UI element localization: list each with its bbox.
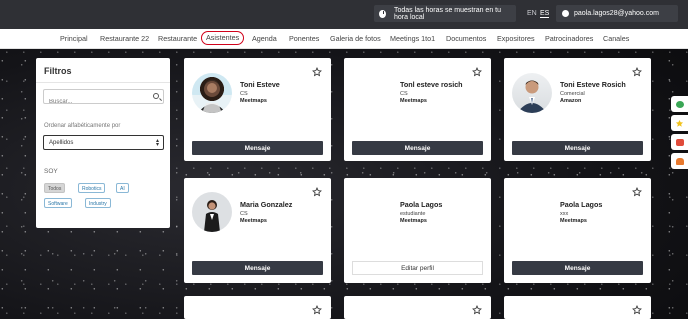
attendee-company: Amazon — [560, 98, 582, 104]
star-icon[interactable] — [632, 305, 642, 315]
nav-principal[interactable]: Principal — [60, 34, 88, 43]
avatar — [512, 73, 552, 113]
filters-panel: Filtros Ordenar alfabéticamente por Apel… — [36, 58, 170, 228]
avatar — [192, 192, 232, 232]
user-menu[interactable]: paola.lagos28@yahoo.com — [556, 5, 678, 22]
woman-avatar-icon — [204, 200, 220, 232]
nav-restaurante[interactable]: Restaurante — [158, 34, 197, 43]
filters-divider — [36, 82, 170, 83]
attendee-name: Paola Lagos — [560, 200, 603, 209]
chip-software[interactable]: Software — [44, 198, 72, 208]
attendee-card: Maria Gonzalez CS Meetmaps Mensaje — [184, 178, 331, 283]
bell-icon — [675, 157, 684, 165]
attendee-card: Paola Lagos xxx Meetmaps Mensaje — [504, 178, 651, 283]
star-icon[interactable] — [632, 67, 642, 77]
nav-galeria[interactable]: Galeria de fotos — [330, 34, 381, 43]
star-icon[interactable] — [472, 305, 482, 315]
avatar — [192, 73, 232, 113]
lang-en-link[interactable]: EN — [527, 10, 537, 17]
chip-robotics[interactable]: Robotics — [78, 183, 106, 193]
search-input[interactable] — [44, 96, 149, 108]
sort-select[interactable]: Apellidos ▴ ▾ — [43, 135, 164, 150]
attendee-card — [184, 296, 331, 319]
chip-todos[interactable]: Todos — [44, 183, 66, 193]
message-button[interactable]: Mensaje — [352, 141, 483, 155]
attendee-role: xxx — [560, 211, 569, 217]
chat-icon — [675, 100, 684, 108]
edit-profile-button[interactable]: Editar perfil — [352, 261, 483, 275]
nav-agenda[interactable]: Agenda — [252, 34, 277, 43]
sos-widget[interactable] — [671, 134, 688, 150]
attendee-role: estudiante — [400, 211, 426, 217]
message-button[interactable]: Mensaje — [512, 261, 643, 275]
attendee-card — [344, 296, 491, 319]
sort-label: Ordenar alfabéticamente por — [44, 123, 121, 129]
star-icon[interactable] — [472, 67, 482, 77]
attendee-card: Toni Esteve CS Meetmaps Mensaje — [184, 58, 331, 161]
attendee-name: Toni Esteve — [240, 80, 280, 89]
star-icon[interactable] — [312, 187, 322, 197]
chat-widget[interactable] — [671, 96, 688, 112]
sos-icon — [675, 138, 684, 146]
attendee-company: Meetmaps — [240, 98, 267, 104]
notifications-widget[interactable] — [671, 153, 688, 169]
message-button[interactable]: Mensaje — [192, 261, 323, 275]
user-email: paola.lagos28@yahoo.com — [574, 10, 659, 17]
message-button[interactable]: Mensaje — [192, 141, 323, 155]
attendee-card — [504, 296, 651, 319]
nav-canales[interactable]: Canales — [603, 34, 629, 43]
nav-asistentes[interactable]: Asistentes — [201, 31, 245, 45]
attendee-name: Maria Gonzalez — [240, 200, 293, 209]
lang-es-link[interactable]: ES — [540, 10, 550, 18]
attendee-card: Paola Lagos estudiante Meetmaps Editar p… — [344, 178, 491, 283]
attendee-name: Toni Esteve Rosich — [560, 80, 626, 89]
man-avatar-icon — [517, 80, 547, 113]
nav-restaurante-22[interactable]: Restaurante 22 — [100, 34, 149, 43]
attendee-card: Tonl esteve rosich CS Meetmaps Mensaje — [344, 58, 491, 161]
soy-label: SOY — [44, 168, 58, 175]
top-bar: Todas las horas se muestran en tu hora l… — [0, 0, 688, 29]
attendee-name: Tonl esteve rosich — [400, 80, 463, 89]
message-button[interactable]: Mensaje — [512, 141, 643, 155]
search-icon[interactable] — [153, 93, 159, 99]
attendee-company: Meetmaps — [400, 98, 427, 104]
nav-documentos[interactable]: Documentos — [446, 34, 486, 43]
woman-avatar-icon — [198, 81, 226, 113]
attendee-name: Paola Lagos — [400, 200, 443, 209]
search-field — [43, 89, 164, 108]
attendee-role: CS — [240, 91, 248, 97]
nav-patrocinadores[interactable]: Patrocinadores — [545, 34, 593, 43]
attendee-role: Comercial — [560, 91, 585, 97]
star-icon[interactable] — [632, 187, 642, 197]
star-icon[interactable] — [312, 305, 322, 315]
attendee-role: CS — [400, 91, 408, 97]
attendee-company: Meetmaps — [240, 218, 267, 224]
timezone-notice: Todas las horas se muestran en tu hora l… — [374, 5, 516, 22]
timezone-text: Todas las horas se muestran en tu hora l… — [394, 6, 502, 21]
nav-expositores[interactable]: Expositores — [497, 34, 535, 43]
user-icon — [562, 10, 569, 17]
star-icon — [675, 119, 684, 127]
star-icon[interactable] — [312, 67, 322, 77]
attendee-card: Toni Esteve Rosich Comercial Amazon Mens… — [504, 58, 651, 161]
attendee-company: Meetmaps — [560, 218, 587, 224]
clock-icon — [379, 9, 386, 18]
select-arrows-icon: ▴ ▾ — [155, 138, 159, 148]
main-nav: Principal Restaurante 22 Restaurante Asi… — [0, 29, 688, 49]
nav-ponentes[interactable]: Ponentes — [289, 34, 319, 43]
chip-ai[interactable]: AI — [116, 183, 129, 193]
attendee-company: Meetmaps — [400, 218, 427, 224]
chip-industry[interactable]: Industry — [85, 198, 111, 208]
attendee-role: CS — [240, 211, 248, 217]
favorites-widget[interactable] — [671, 115, 688, 131]
nav-meetings[interactable]: Meetings 1to1 — [390, 34, 435, 43]
filters-title: Filtros — [44, 66, 72, 76]
sort-value: Apellidos — [49, 140, 74, 146]
